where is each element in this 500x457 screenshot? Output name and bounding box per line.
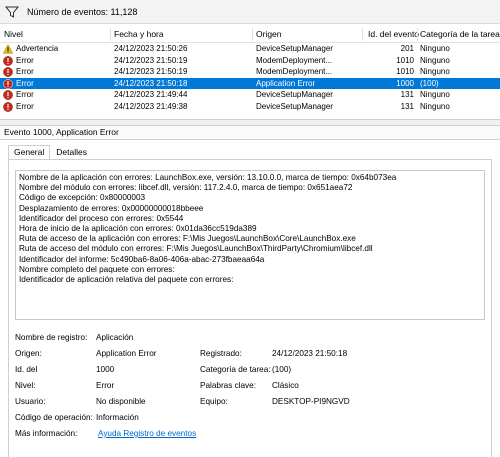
cell-category: Ninguno — [420, 90, 450, 99]
level-label: Nivel: — [15, 381, 36, 390]
error-icon — [3, 55, 13, 66]
level-value: Error — [96, 381, 115, 390]
cell-level: Advertencia — [16, 44, 59, 53]
cell-category: Ninguno — [420, 101, 450, 111]
table-row[interactable]: Error 24/12/2023 21:50:18 Application Erro… — [0, 77, 500, 89]
event-list: Nivel Fecha y hora Origen Id. del evento… — [0, 26, 500, 120]
detail-tabs: General Detalles — [8, 145, 93, 159]
table-row[interactable]: Error 24/12/2023 21:50:19 ModemDeployment.… — [0, 66, 500, 78]
error-icon — [3, 90, 13, 100]
error-icon — [3, 101, 13, 112]
cell-category: Ninguno — [420, 44, 450, 53]
keywords-label: Palabras clave: — [200, 381, 256, 390]
description-line: Código de excepción: 0x80000003 — [19, 193, 146, 203]
computer-value: DESKTOP-PI9NGVD — [272, 397, 350, 406]
column-header-task-category[interactable]: Categoría de la tarea — [420, 26, 500, 43]
description-line: Nombre del módulo con errores: libcef.dl… — [19, 183, 353, 193]
cell-level: Error — [16, 55, 34, 65]
event-list-rows: Advertencia 24/12/2023 21:50:26 DeviceSetu… — [0, 43, 500, 112]
description-line: Nombre completo del paquete con errores: — [19, 264, 175, 274]
error-icon — [3, 78, 13, 89]
cell-level: Error — [16, 90, 34, 99]
description-line: Hora de inicio de la aplicación con erro… — [19, 223, 257, 233]
tab-details[interactable]: Detalles — [50, 145, 93, 159]
user-value: No disponible — [96, 397, 146, 406]
description-line: Identificador del informe: 5c490ba6-8a06… — [19, 254, 265, 264]
error-icon — [3, 67, 13, 77]
cell-source: ModemDeployment... — [256, 67, 333, 76]
description-line: Identificador de aplicación relativa del… — [19, 274, 234, 284]
column-header-datetime[interactable]: Fecha y hora — [114, 26, 164, 43]
table-row[interactable]: Error 24/12/2023 21:49:44 DeviceSetupManag… — [0, 89, 500, 101]
recorded-label: Registrado: — [200, 349, 242, 358]
cell-level: Error — [16, 78, 34, 88]
warning-icon — [2, 44, 14, 54]
more-info-link[interactable]: Ayuda Registro de eventos — [98, 429, 196, 439]
table-row[interactable]: Error 24/12/2023 21:50:19 ModemDeployment.… — [0, 55, 500, 67]
cell-source: DeviceSetupManager — [256, 101, 333, 111]
event-list-header: Nivel Fecha y hora Origen Id. del evento… — [0, 26, 500, 43]
description-line: Identificador del proceso con errores: 0… — [19, 213, 184, 223]
description-line: Nombre de la aplicación con errores: Lau… — [19, 173, 397, 182]
event-description[interactable]: Nombre de la aplicación con errores: Lau… — [15, 170, 485, 320]
cell-category: Ninguno — [420, 55, 450, 65]
cell-source: Application Error — [256, 78, 316, 88]
cell-event-id: 1010 — [396, 55, 414, 65]
event-id-value: 1000 — [96, 365, 115, 374]
opcode-value: Información — [96, 413, 139, 422]
cell-source: ModemDeployment... — [256, 55, 333, 65]
cell-category: Ninguno — [420, 67, 450, 76]
cell-event-id: 201 — [400, 44, 414, 53]
table-row[interactable]: Advertencia 24/12/2023 21:50:26 DeviceSetu… — [0, 43, 500, 55]
cell-datetime: 24/12/2023 21:49:44 — [114, 90, 188, 99]
cell-datetime: 24/12/2023 21:50:18 — [114, 78, 188, 88]
log-name-label: Nombre de registro: — [15, 333, 88, 342]
computer-label: Equipo: — [200, 397, 228, 406]
keywords-value: Clásico — [272, 381, 299, 390]
log-name-value: Aplicación — [96, 333, 134, 342]
cell-source: DeviceSetupManager — [256, 44, 333, 53]
description-line: Desplazamiento de errores: 0x00000000018… — [19, 203, 204, 213]
event-id-label: Id. del — [15, 365, 38, 374]
cell-level: Error — [16, 67, 34, 76]
user-label: Usuario: — [15, 397, 46, 406]
cell-event-id: 131 — [400, 101, 414, 111]
column-header-level[interactable]: Nivel — [4, 26, 23, 43]
cell-datetime: 24/12/2023 21:49:38 — [114, 101, 188, 111]
table-row[interactable]: Error 24/12/2023 21:49:38 DeviceSetupManag… — [0, 101, 500, 113]
column-header-event-id[interactable]: Id. del evento — [368, 26, 419, 43]
description-line: Ruta de acceso del módulo con errores: F… — [19, 244, 373, 254]
column-header-source[interactable]: Origen — [256, 26, 282, 43]
cell-source: DeviceSetupManager — [256, 90, 333, 99]
event-list-toolbar: Número de eventos: 11,128 — [0, 0, 500, 24]
cell-event-id: 1000 — [396, 78, 414, 88]
cell-event-id: 131 — [400, 90, 414, 99]
filter-icon[interactable] — [3, 3, 21, 21]
opcode-label: Código de operación: — [15, 413, 93, 422]
task-category-label: Categoría de tarea: — [200, 365, 271, 374]
source-value: Application Error — [96, 349, 157, 358]
cell-level: Error — [16, 101, 34, 111]
cell-event-id: 1010 — [396, 67, 414, 76]
more-info-label: Más información: — [15, 429, 78, 438]
cell-datetime: 24/12/2023 21:50:19 — [114, 67, 188, 76]
event-count-label: Número de eventos: 11,128 — [27, 6, 138, 17]
event-detail-title: Evento 1000, Application Error — [0, 125, 500, 140]
tab-general[interactable]: General — [8, 145, 51, 159]
recorded-value: 24/12/2023 21:50:18 — [272, 349, 348, 358]
cell-datetime: 24/12/2023 21:50:19 — [114, 55, 188, 65]
description-line: Ruta de acceso de la aplicación con erro… — [19, 234, 356, 244]
cell-datetime: 24/12/2023 21:50:26 — [114, 44, 188, 53]
task-category-value: (100) — [272, 365, 292, 374]
source-label: Origen: — [15, 349, 42, 358]
cell-category: (100) — [420, 78, 439, 88]
